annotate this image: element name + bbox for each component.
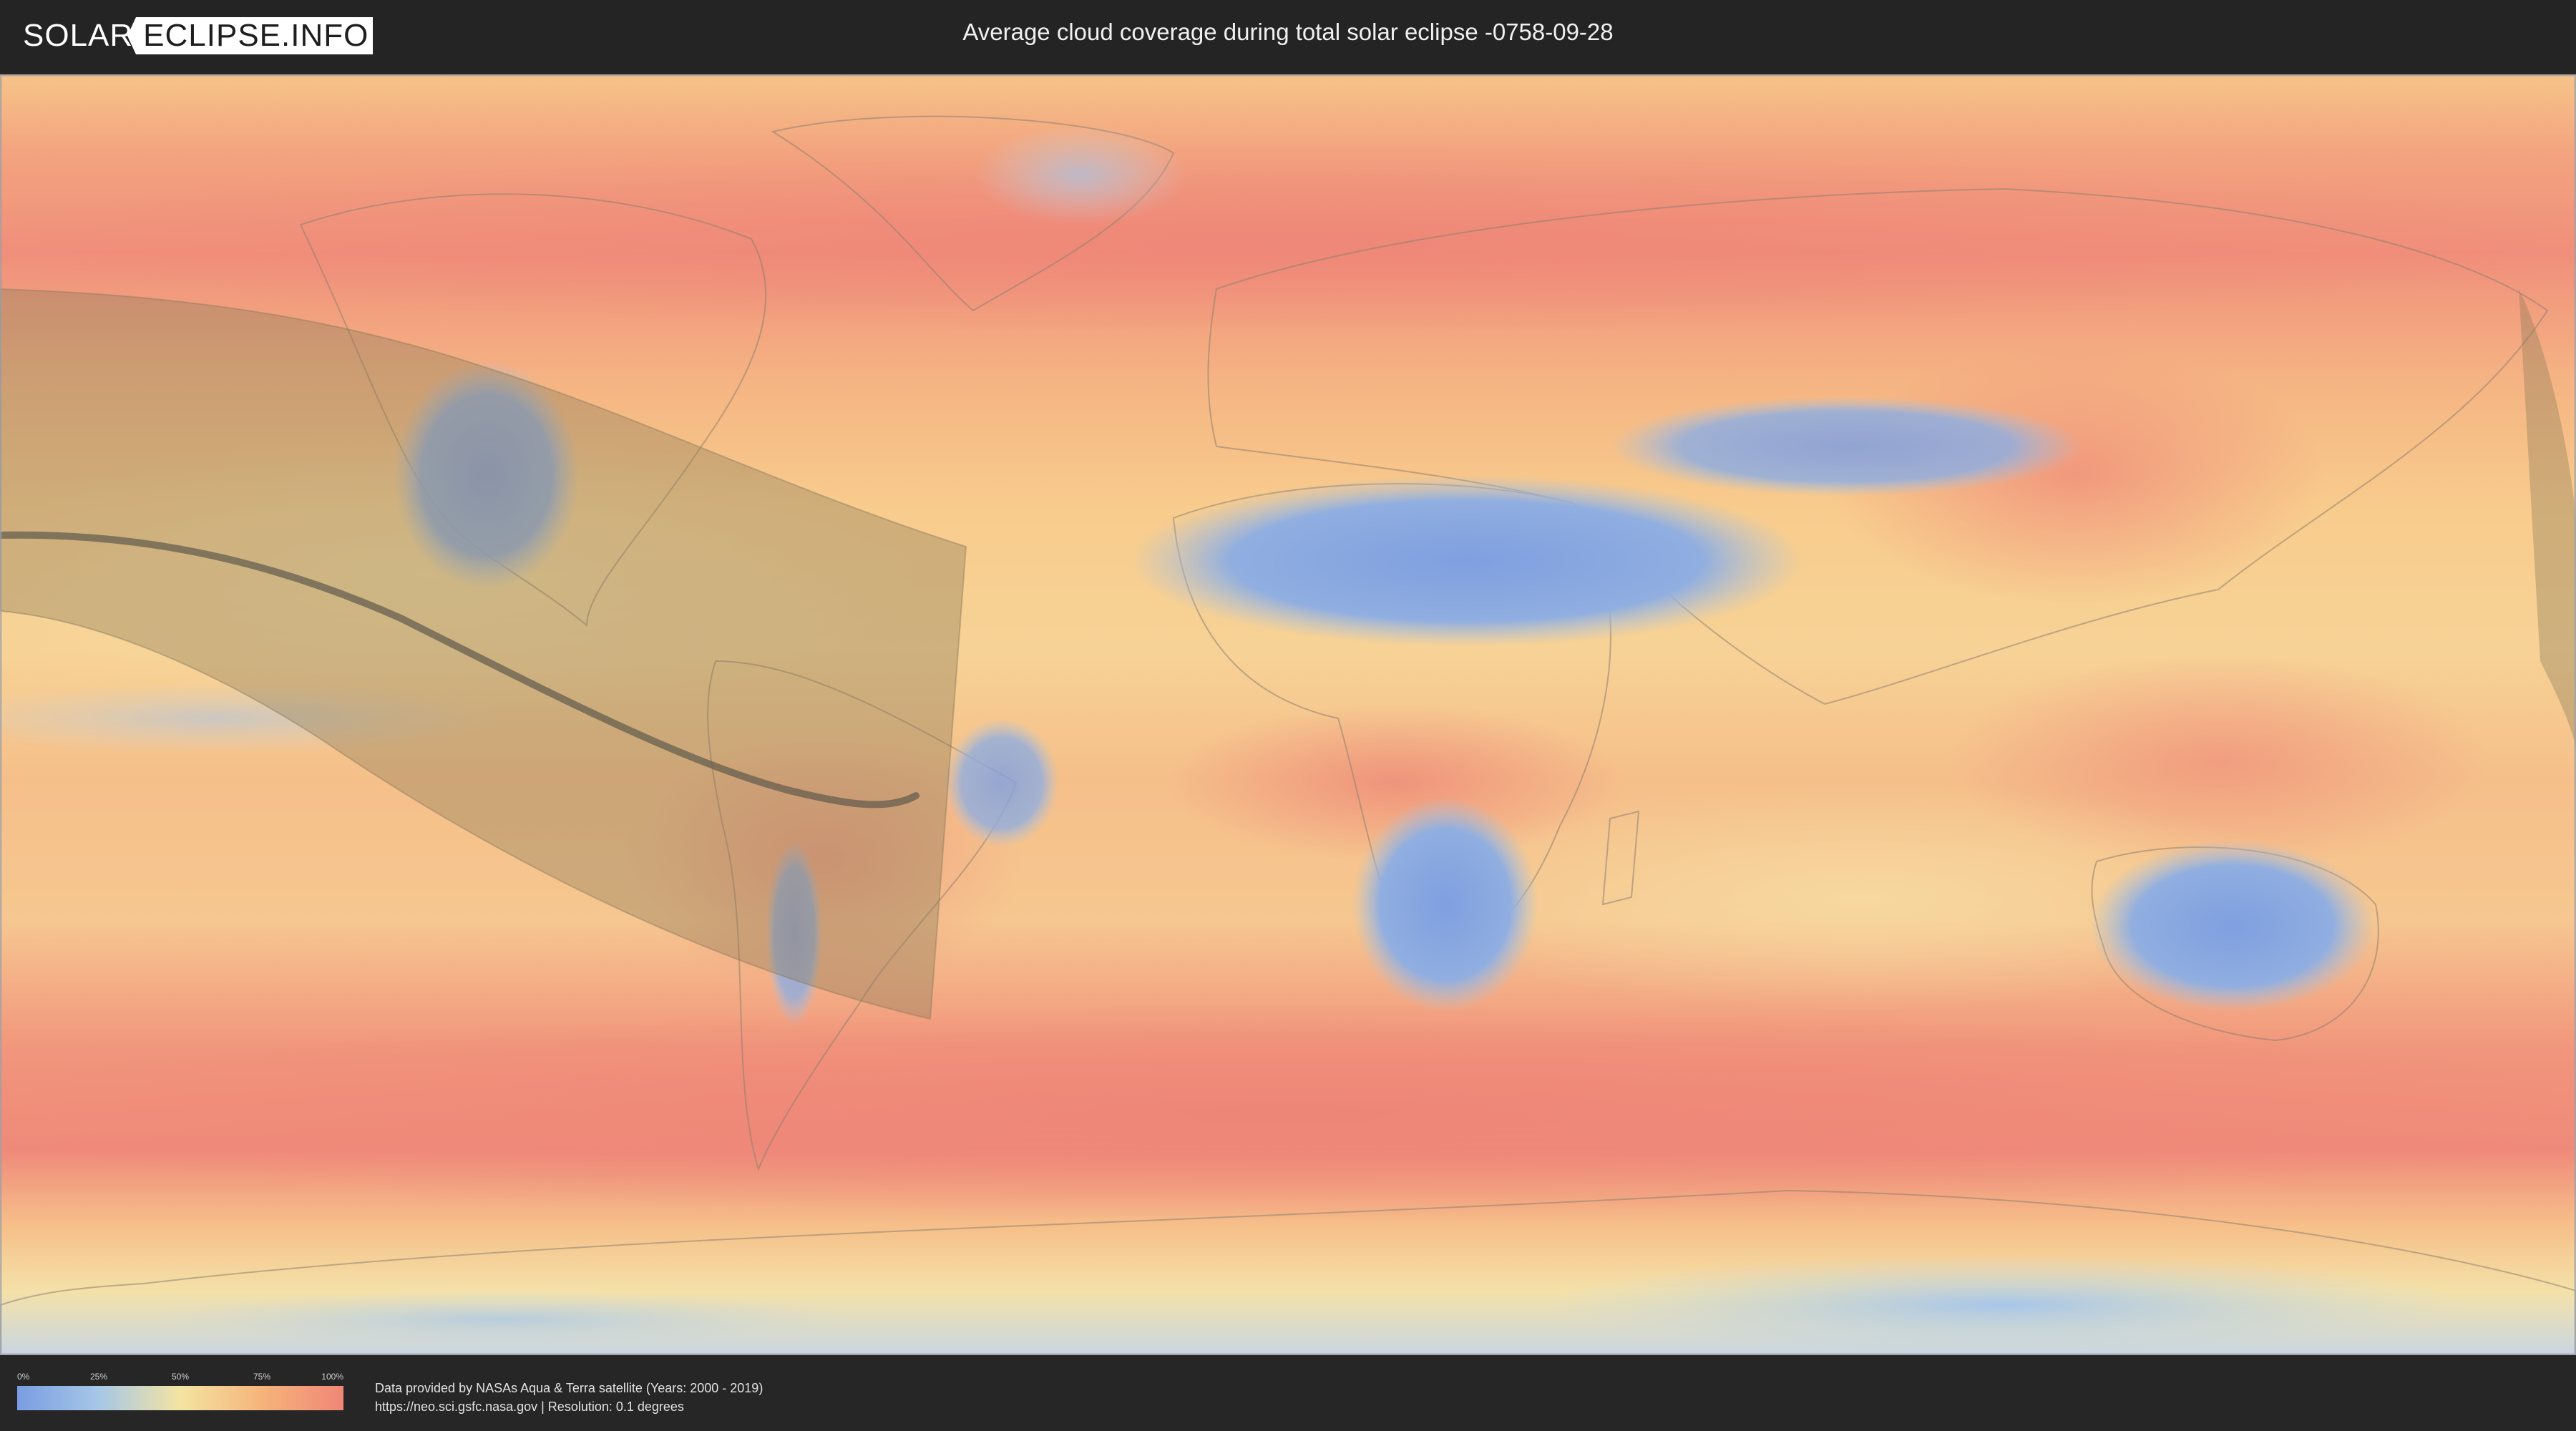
- southern-storm-band: [0, 1005, 2576, 1219]
- northern-storm-band: [0, 146, 2576, 332]
- cloud-coverage-legend: 0% 25% 50% 75% 100%: [17, 1372, 343, 1410]
- footer-bar: 0% 25% 50% 75% 100% Data provided by NAS…: [0, 1356, 2576, 1431]
- legend-tick-25: 25%: [89, 1372, 108, 1382]
- sahara-arabia-dry-area: [1131, 475, 1803, 647]
- credit-line-source: Data provided by NASAs Aqua & Terra sate…: [375, 1381, 763, 1395]
- page-title: Average cloud coverage during total sola…: [962, 19, 1614, 45]
- australia-dry-area: [2089, 840, 2376, 1012]
- west-antarctic-clear: [143, 1291, 859, 1348]
- legend-tick-100: 100%: [321, 1372, 343, 1382]
- legend-ticks: 0% 25% 50% 75% 100%: [17, 1372, 343, 1384]
- legend-color-bar: [17, 1386, 343, 1410]
- header-bar: SOLAR ECLIPSE.INFO Average cloud coverag…: [0, 0, 2576, 72]
- southern-africa-dry-area: [1352, 797, 1538, 1012]
- legend-tick-50: 50%: [171, 1372, 190, 1382]
- credit-line-url[interactable]: https://neo.sci.gsfc.nasa.gov | Resoluti…: [375, 1397, 763, 1416]
- northeast-brazil-dry-area: [945, 718, 1059, 847]
- data-credits: Data provided by NASAs Aqua & Terra sate…: [375, 1379, 763, 1416]
- legend-tick-75: 75%: [253, 1372, 271, 1382]
- legend-tick-0: 0%: [17, 1372, 30, 1382]
- central-asia-dry-area: [1610, 396, 2082, 497]
- cloud-coverage-map[interactable]: [0, 74, 2576, 1355]
- greenland-interior-clear: [973, 124, 1188, 225]
- antarctic-interior-clear: [1538, 1255, 2469, 1355]
